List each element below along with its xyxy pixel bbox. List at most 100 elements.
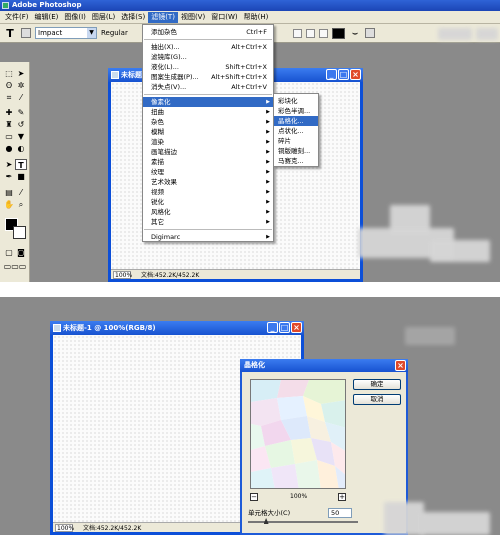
submenu-arrow-icon: ▶ <box>266 129 270 135</box>
healing-brush-icon[interactable]: ✚ <box>3 107 15 118</box>
document-size: 文档:452.2K/452.2K <box>141 272 200 279</box>
cell-size-row: 单元格大小(C) 50 <box>248 508 398 518</box>
menu-item-distort[interactable]: 扭曲 ▶ <box>143 107 273 117</box>
menu-item-sharpen[interactable]: 锐化 ▶ <box>143 197 273 207</box>
menu-item-mosaic[interactable]: 马赛克... <box>274 156 318 166</box>
chevron-down-icon[interactable]: ▼ <box>87 28 96 38</box>
move-tool-icon[interactable]: ➤ <box>15 68 27 79</box>
background-color-swatch[interactable] <box>13 226 26 239</box>
window-controls: _ □ × <box>326 69 361 80</box>
menu-image[interactable]: 图像(I) <box>61 12 89 23</box>
filter-preview[interactable] <box>250 379 346 489</box>
blurred-region <box>438 28 472 40</box>
magic-wand-tool-icon[interactable]: ✲ <box>15 80 27 91</box>
menu-layer[interactable]: 图层(L) <box>89 12 118 23</box>
close-icon[interactable]: × <box>291 322 302 333</box>
menu-item-extract[interactable]: 抽出(X)... Alt+Ctrl+X <box>143 42 273 52</box>
align-center-icon[interactable] <box>306 28 315 38</box>
zoom-level[interactable]: 100% <box>113 270 132 279</box>
menu-item-video[interactable]: 视频 ▶ <box>143 187 273 197</box>
slice-tool-icon[interactable]: ⁄ <box>15 92 27 103</box>
paint-bucket-icon[interactable]: ▼ <box>15 131 27 142</box>
menu-file[interactable]: 文件(F) <box>2 12 32 23</box>
app-title: Adobe Photoshop <box>12 1 82 9</box>
lasso-tool-icon[interactable]: ʘ <box>3 80 15 91</box>
menu-item-fragment[interactable]: 碎片 <box>274 136 318 146</box>
menu-item-pointillize[interactable]: 点状化... <box>274 126 318 136</box>
maximize-icon[interactable]: □ <box>279 322 290 333</box>
zoom-in-icon[interactable]: + <box>338 493 346 501</box>
menu-item-mezzotint[interactable]: 铜版雕刻... <box>274 146 318 156</box>
eyedropper-icon[interactable]: ⁄ <box>15 187 27 198</box>
menu-item-render[interactable]: 渲染 ▶ <box>143 137 273 147</box>
menu-edit[interactable]: 编辑(E) <box>32 12 62 23</box>
minimize-icon[interactable]: _ <box>326 69 337 80</box>
font-family-select[interactable]: Impact ▼ <box>35 27 97 39</box>
zoom-tool-icon[interactable]: ⌕ <box>15 199 27 210</box>
font-style-select[interactable]: Regular <box>101 29 128 37</box>
cell-size-label: 单元格大小(C) <box>248 509 291 517</box>
path-select-icon[interactable]: ➤ <box>3 159 15 170</box>
menu-item-blur[interactable]: 模糊 ▶ <box>143 127 273 137</box>
menu-window[interactable]: 窗口(W) <box>208 12 240 23</box>
standard-mode-icon[interactable]: ▢ <box>3 247 15 258</box>
menu-item-other[interactable]: 其它 ▶ <box>143 217 273 227</box>
menu-item-facet[interactable]: 彩块化 <box>274 96 318 106</box>
menu-item-crystallize[interactable]: 晶格化... <box>274 116 318 126</box>
menu-item-noise[interactable]: 杂色 ▶ <box>143 117 273 127</box>
hand-tool-icon[interactable]: ✋ <box>3 199 15 210</box>
slider-handle-icon[interactable] <box>263 518 269 524</box>
close-icon[interactable]: × <box>350 69 361 80</box>
type-tool-icon[interactable]: T <box>3 27 17 40</box>
menu-item-digimarc[interactable]: Digimarc ▶ <box>143 232 273 242</box>
menu-item-artistic[interactable]: 艺术效果 ▶ <box>143 177 273 187</box>
quick-mask-icon[interactable]: ◙ <box>15 247 27 258</box>
brush-tool-icon[interactable]: ✎ <box>15 107 27 118</box>
menu-item-filter-gallery[interactable]: 滤镜库(G)... <box>143 52 273 62</box>
minimize-icon[interactable]: _ <box>267 322 278 333</box>
align-right-icon[interactable] <box>319 28 328 38</box>
cell-size-slider[interactable] <box>248 518 358 524</box>
menu-item-color-halftone[interactable]: 彩色半调... <box>274 106 318 116</box>
menu-item-brush-strokes[interactable]: 画笔描边 ▶ <box>143 147 273 157</box>
cell-size-input[interactable]: 50 <box>328 508 352 518</box>
menu-filter[interactable]: 滤镜(T) <box>148 11 178 23</box>
menu-item-texture[interactable]: 纹理 ▶ <box>143 167 273 177</box>
menu-item-pixelate[interactable]: 像素化 ▶ <box>143 97 273 107</box>
zoom-out-icon[interactable]: − <box>250 493 258 501</box>
marquee-tool-icon[interactable]: ⬚ <box>3 68 15 79</box>
notes-tool-icon[interactable]: ▤ <box>3 187 15 198</box>
history-brush-icon[interactable]: ↺ <box>15 119 27 130</box>
ok-button[interactable]: 确定 <box>353 379 401 390</box>
submenu-arrow-icon: ▶ <box>266 119 270 125</box>
screen-mode-icon[interactable]: ▭▭▭ <box>3 261 27 272</box>
dodge-tool-icon[interactable]: ◐ <box>15 143 27 154</box>
menu-item-liquify[interactable]: 液化(L)... Shift+Ctrl+X <box>143 62 273 72</box>
menu-item-vanishing-point[interactable]: 消失点(V)... Alt+Ctrl+V <box>143 82 273 92</box>
menu-help[interactable]: 帮助(H) <box>241 12 272 23</box>
menu-view[interactable]: 视图(V) <box>178 12 208 23</box>
blur-tool-icon[interactable]: ● <box>3 143 15 154</box>
close-icon[interactable]: × <box>395 360 406 371</box>
shape-tool-icon[interactable]: ■ <box>15 171 27 182</box>
menu-item-last-filter[interactable]: 添加杂色 Ctrl+F <box>143 27 273 37</box>
clone-stamp-icon[interactable]: ♜ <box>3 119 15 130</box>
eraser-tool-icon[interactable]: ▭ <box>3 131 15 142</box>
maximize-icon[interactable]: □ <box>338 69 349 80</box>
pen-tool-icon[interactable]: ✒ <box>3 171 15 182</box>
type-tool-selected-icon[interactable]: T <box>15 159 27 170</box>
text-color-swatch[interactable] <box>332 27 345 39</box>
warp-text-icon[interactable]: ⌣ <box>349 28 361 39</box>
palettes-toggle-icon[interactable] <box>365 28 375 38</box>
align-left-icon[interactable] <box>293 28 302 38</box>
menu-item-sketch[interactable]: 素描 ▶ <box>143 157 273 167</box>
orientation-toggle-icon[interactable] <box>21 28 31 38</box>
menu-item-stylize[interactable]: 风格化 ▶ <box>143 207 273 217</box>
zoom-level[interactable]: 100% <box>55 523 74 532</box>
crop-tool-icon[interactable]: ⌗ <box>3 92 15 103</box>
cancel-button[interactable]: 取消 <box>353 394 401 405</box>
menu-select[interactable]: 选择(S) <box>118 12 148 23</box>
status-bar: 100% 文档:452.2K/452.2K <box>111 269 360 279</box>
top-screenshot: Adobe Photoshop 文件(F) 编辑(E) 图像(I) 图层(L) … <box>0 0 500 282</box>
menu-item-pattern-maker[interactable]: 图案生成器(P)... Alt+Shift+Ctrl+X <box>143 72 273 82</box>
